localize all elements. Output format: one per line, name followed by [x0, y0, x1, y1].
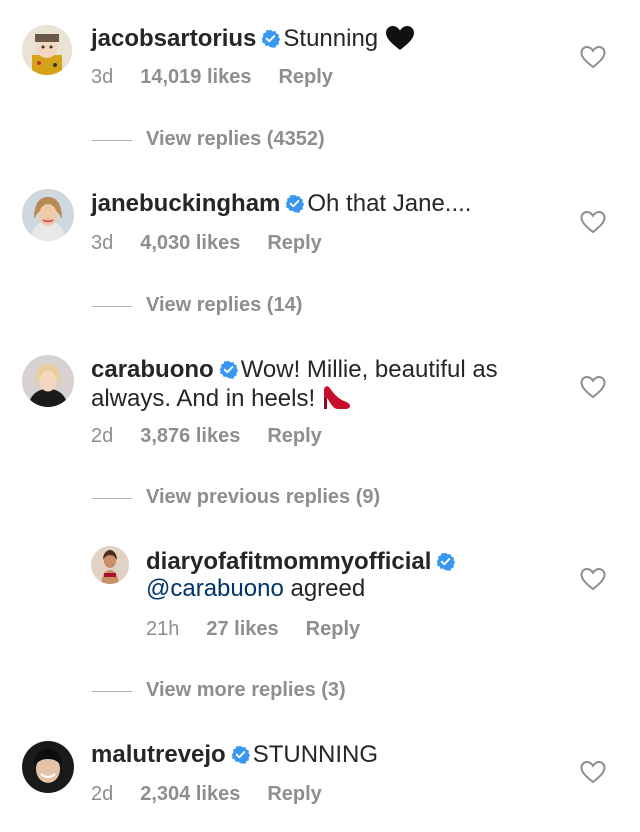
avatar[interactable] — [22, 189, 74, 241]
replies-divider — [92, 691, 132, 692]
avatar[interactable] — [91, 546, 129, 584]
comment-meta: 2d 2,304 likes Reply — [91, 783, 349, 806]
timestamp: 3d — [91, 66, 114, 88]
heart-outline-icon[interactable] — [580, 210, 606, 234]
reply-meta: 21h 27 likes Reply — [146, 618, 387, 641]
comment-text: malutrevejo STUNNING — [91, 741, 378, 768]
comment-meta: 2d 3,876 likes Reply — [91, 425, 349, 448]
replies-divider — [92, 140, 132, 141]
likes-count[interactable]: 27 likes — [206, 618, 278, 640]
comment-meta: 3d 4,030 likes Reply — [91, 232, 349, 255]
comment-meta: 3d 14,019 likes Reply — [91, 66, 360, 89]
view-replies-button[interactable]: View replies (14) — [146, 294, 302, 317]
mention-link[interactable]: @carabuono — [146, 575, 284, 602]
comment-text: jacobsartorius Stunning — [91, 25, 415, 57]
username[interactable]: carabuono — [91, 356, 214, 383]
verified-badge-icon — [285, 194, 305, 213]
comment-body-line-1: Wow! Millie, beautiful as — [240, 356, 498, 383]
likes-count[interactable]: 4,030 likes — [140, 232, 240, 254]
username[interactable]: jacobsartorius — [91, 25, 256, 52]
reply-button[interactable]: Reply — [267, 425, 321, 447]
username[interactable]: janebuckingham — [91, 190, 280, 217]
avatar[interactable] — [22, 741, 74, 793]
likes-count[interactable]: 2,304 likes — [140, 783, 240, 805]
username[interactable]: malutrevejo — [91, 741, 226, 768]
verified-badge-icon — [436, 552, 456, 571]
reply-button[interactable]: Reply — [306, 618, 360, 640]
reply-button[interactable]: Reply — [267, 232, 321, 254]
likes-count[interactable]: 3,876 likes — [140, 425, 240, 447]
comment-text: janebuckingham Oh that Jane.... — [91, 190, 471, 217]
comment-body: STUNNING — [252, 741, 379, 768]
reply-body: agreed — [283, 575, 366, 602]
comment-body: Oh that Jane.... — [307, 190, 472, 217]
view-replies-button[interactable]: View replies (4352) — [146, 128, 325, 151]
reply-text: diaryofafitmommyofficial @carabuono agre… — [146, 548, 458, 602]
replies-divider — [92, 306, 132, 307]
comment-body: Stunning — [283, 25, 379, 52]
reply-button[interactable]: Reply — [267, 783, 321, 805]
verified-badge-icon — [231, 745, 250, 764]
timestamp: 3d — [91, 232, 114, 254]
view-more-replies-button[interactable]: View more replies (3) — [146, 679, 346, 702]
high-heel-shoe-emoji — [322, 383, 352, 417]
username[interactable]: diaryofafitmommyofficial — [146, 548, 431, 575]
likes-count[interactable]: 14,019 likes — [140, 66, 251, 88]
view-previous-replies-button[interactable]: View previous replies (9) — [146, 486, 380, 509]
heart-outline-icon[interactable] — [580, 567, 606, 591]
timestamp: 2d — [91, 425, 114, 447]
avatar[interactable] — [22, 25, 72, 75]
heart-outline-icon[interactable] — [580, 375, 606, 399]
comments-feed: jacobsartorius Stunning 3d 14,019 likes Rep… — [0, 0, 640, 832]
reply-button[interactable]: Reply — [278, 66, 332, 88]
comment-body-line-2: always. And in heels! — [91, 385, 316, 412]
avatar[interactable] — [22, 355, 74, 407]
verified-badge-icon — [219, 360, 238, 379]
timestamp: 21h — [146, 618, 180, 640]
heart-outline-icon[interactable] — [580, 45, 606, 69]
replies-divider — [92, 498, 132, 499]
timestamp: 2d — [91, 783, 114, 805]
black-heart-emoji — [385, 25, 415, 57]
comment-text: carabuono Wow! Millie, beautiful as alway… — [91, 356, 561, 417]
heart-outline-icon[interactable] — [580, 760, 606, 784]
verified-badge-icon — [261, 29, 281, 48]
